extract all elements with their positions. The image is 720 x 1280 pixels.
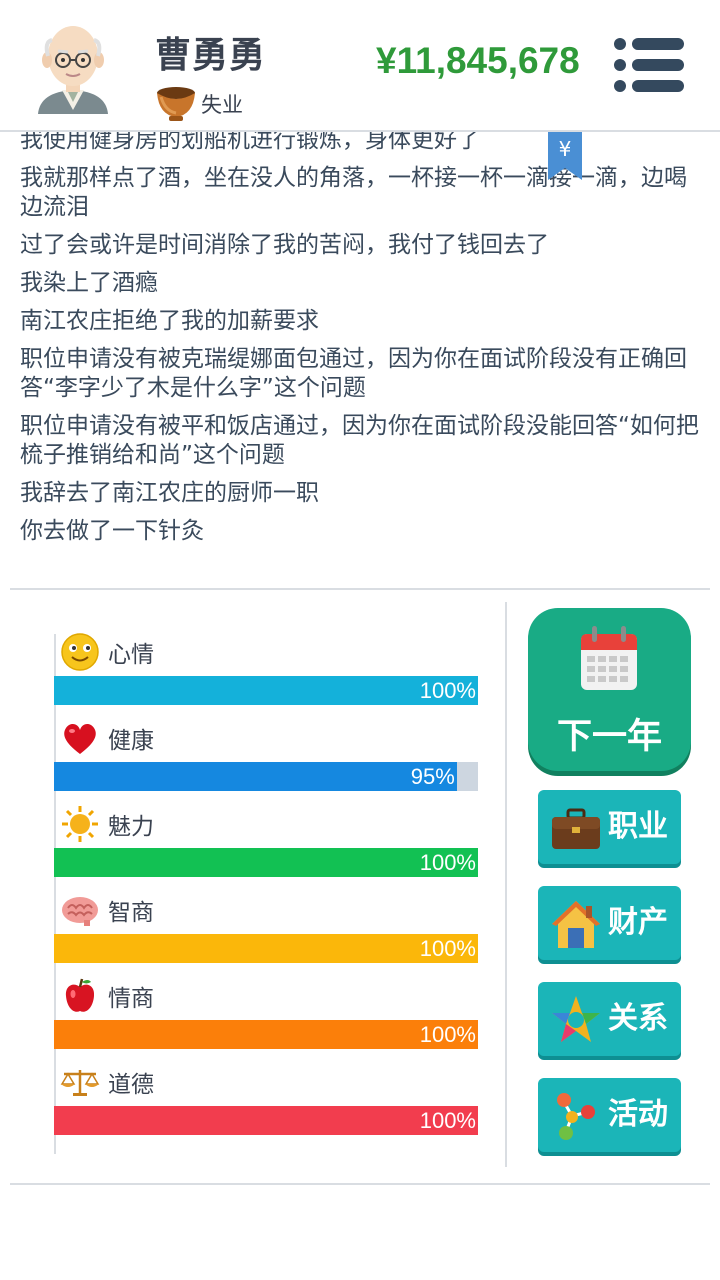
relations-button[interactable]: 关系	[538, 982, 681, 1056]
top-bar: 曹勇勇 失业 ¥11,845,678	[0, 0, 720, 130]
old-man-avatar[interactable]	[32, 22, 114, 114]
stat-label: 智商	[108, 900, 154, 926]
calendar-icon	[581, 626, 637, 690]
stat-label: 情商	[108, 986, 154, 1012]
log-entry: 我就那样点了酒，坐在没人的角落，一杯接一杯一滴接一滴，边喝边流泪	[20, 165, 687, 220]
star-icon	[552, 996, 600, 1042]
stat-bar: 100%	[54, 1106, 478, 1135]
panel-divider	[505, 602, 507, 1167]
career-label: 职业	[608, 809, 668, 844]
stat-bar-fill	[54, 934, 478, 963]
relations-label: 关系	[608, 1001, 668, 1036]
stat-eq: 情商 100%	[54, 976, 478, 1064]
stat-value: 100%	[419, 1108, 476, 1133]
stat-bar: 100%	[54, 848, 478, 877]
stat-bar: 100%	[54, 1020, 478, 1049]
log-entry: 过了会或许是时间消除了我的苦闷，我付了钱回去了	[20, 232, 549, 258]
stat-label: 心情	[108, 642, 154, 668]
log-entry: 南江农庄拒绝了我的加薪要求	[20, 308, 319, 334]
stat-bar: 95%	[54, 762, 478, 791]
stat-bar: 100%	[54, 676, 478, 705]
stat-mood: 心情 100%	[54, 632, 478, 720]
stat-bar-fill	[54, 1020, 478, 1049]
assets-button[interactable]: 财产	[538, 886, 681, 960]
stat-value: 100%	[419, 1022, 476, 1047]
stat-health: 健康 95%	[54, 718, 478, 806]
yen-bookmark-label: ¥	[559, 137, 572, 161]
stat-iq: 智商 100%	[54, 890, 478, 978]
stats-panel: 心情 100% 健康 95% 魅力 100% 智商 100% 情商 100% 道…	[0, 590, 505, 1165]
stat-charm: 魅力 100%	[54, 804, 478, 892]
activities-label: 活动	[608, 1097, 668, 1132]
bottom-divider	[10, 1183, 710, 1185]
event-log-list: 我使用健身房的划船机进行锻炼，身体更好了 我就那样点了酒，坐在没人的角落，一杯接…	[20, 132, 705, 555]
stat-bar-fill	[54, 848, 478, 877]
brain-icon	[62, 897, 98, 926]
heart-icon	[64, 724, 96, 754]
smiley-icon	[61, 633, 99, 671]
stat-bar-fill	[54, 1106, 478, 1135]
money-amount: ¥11,845,678	[376, 40, 580, 81]
scales-icon	[60, 1070, 100, 1096]
log-entry: 你去做了一下针灸	[20, 518, 204, 544]
stat-label: 道德	[108, 1072, 154, 1098]
stat-value: 100%	[419, 850, 476, 875]
character-name: 曹勇勇	[155, 35, 267, 76]
stat-bar-fill	[54, 762, 457, 791]
next-year-button[interactable]: 下一年	[528, 608, 691, 771]
stat-value: 100%	[419, 678, 476, 703]
job-status: 失业	[155, 84, 243, 124]
log-entry: 职位申请没有被克瑞缇娜面包通过，因为你在面试阶段没有正确回答“李字少了木是什么字…	[20, 346, 687, 401]
yen-bookmark-icon[interactable]: ¥	[548, 132, 582, 180]
stat-value: 95%	[410, 764, 455, 789]
assets-label: 财产	[608, 905, 668, 940]
log-entry: 我使用健身房的划船机进行锻炼，身体更好了	[20, 132, 480, 153]
next-year-label: 下一年	[556, 717, 662, 757]
sun-icon	[62, 806, 98, 842]
log-entry: 职位申请没有被平和饭店通过，因为你在面试阶段没能回答“如何把梳子推销给和尚”这个…	[20, 413, 699, 468]
stat-label: 健康	[108, 728, 154, 754]
log-entry: 我辞去了南江农庄的厨师一职	[20, 480, 319, 506]
stat-bar: 100%	[54, 934, 478, 963]
molecule-icon	[557, 1093, 595, 1140]
event-log[interactable]: 我使用健身房的划船机进行锻炼，身体更好了 我就那样点了酒，坐在没人的角落，一杯接…	[0, 132, 720, 588]
briefcase-icon	[552, 808, 600, 849]
stat-value: 100%	[419, 936, 476, 961]
menu-icon[interactable]	[612, 36, 686, 94]
stat-label: 魅力	[108, 814, 154, 840]
activities-button[interactable]: 活动	[538, 1078, 681, 1152]
stat-bar-fill	[54, 676, 478, 705]
job-label: 失业	[201, 93, 243, 117]
stat-morality: 道德 100%	[54, 1062, 478, 1150]
house-icon	[552, 901, 600, 948]
apple-icon	[65, 978, 95, 1012]
career-button[interactable]: 职业	[538, 790, 681, 864]
log-entry: 我染上了酒瘾	[20, 270, 158, 296]
bowl-icon	[157, 87, 195, 121]
